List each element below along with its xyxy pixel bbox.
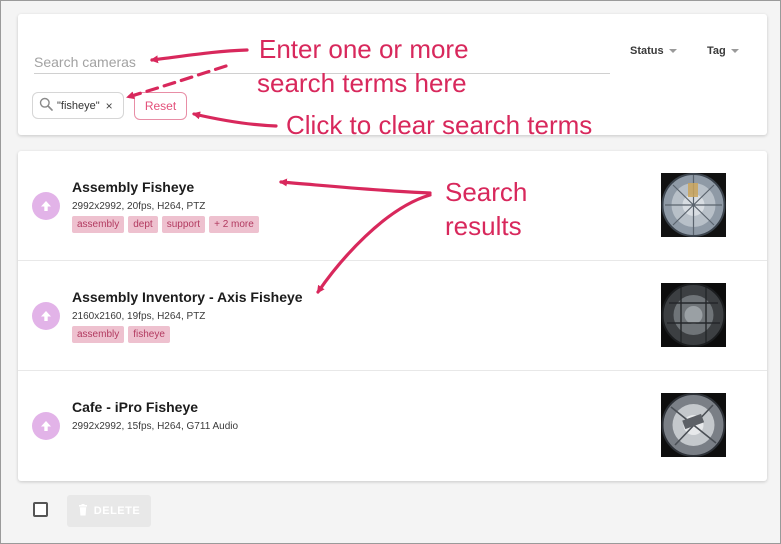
delete-label: DELETE <box>93 505 141 517</box>
status-filter-label: Status <box>630 45 664 57</box>
arrow-up-icon[interactable] <box>32 192 60 220</box>
tag-chip[interactable]: support <box>161 216 206 233</box>
list-item[interactable]: Assembly Inventory - Axis Fisheye 2160x2… <box>18 261 767 371</box>
tag-filter[interactable]: Tag <box>707 45 739 57</box>
tag-chip[interactable]: assembly <box>72 216 125 233</box>
chevron-down-icon <box>668 49 677 53</box>
tag-chip[interactable]: assembly <box>72 326 125 343</box>
tag-chip[interactable]: dept <box>128 216 158 233</box>
tag-chip[interactable]: fisheye <box>128 326 170 343</box>
trash-icon <box>78 503 88 519</box>
annotation-results-line1: Search <box>445 177 528 207</box>
search-term-chip: "fisheye" × <box>32 92 124 119</box>
tag-list: assembly dept support + 2 more <box>72 216 259 233</box>
remove-term-icon[interactable]: × <box>106 99 113 113</box>
camera-specs: 2992x2992, 15fps, H264, G711 Audio <box>72 421 239 432</box>
more-tags-chip[interactable]: + 2 more <box>209 216 259 233</box>
list-item[interactable]: Cafe - iPro Fisheye 2992x2992, 15fps, H2… <box>18 371 767 480</box>
status-filter[interactable]: Status <box>630 45 677 57</box>
camera-thumbnail[interactable] <box>661 283 726 347</box>
search-term-text: "fisheye" <box>57 99 100 112</box>
camera-name: Cafe - iPro Fisheye <box>72 399 199 415</box>
reset-button[interactable]: Reset <box>134 92 187 120</box>
arrow-up-icon[interactable] <box>32 412 60 440</box>
camera-specs: 2992x2992, 20fps, H264, PTZ <box>72 201 206 212</box>
camera-name: Assembly Fisheye <box>72 179 195 195</box>
select-all-checkbox[interactable] <box>33 502 48 517</box>
annotation-enter-line2: search terms here <box>257 68 467 98</box>
magnifier-icon <box>39 97 53 114</box>
annotation-enter-line1: Enter one or more <box>259 34 469 64</box>
chevron-down-icon <box>730 49 739 53</box>
tag-list: assembly fisheye <box>72 326 170 343</box>
annotation-results-line2: results <box>445 211 522 241</box>
camera-thumbnail[interactable] <box>661 173 726 237</box>
delete-button[interactable]: DELETE <box>67 495 151 527</box>
results-list: Assembly Fisheye 2992x2992, 20fps, H264,… <box>18 151 767 481</box>
camera-name: Assembly Inventory - Axis Fisheye <box>72 289 303 305</box>
camera-thumbnail[interactable] <box>661 393 726 457</box>
tag-filter-label: Tag <box>707 45 726 57</box>
camera-specs: 2160x2160, 19fps, H264, PTZ <box>72 311 206 322</box>
arrow-up-icon[interactable] <box>32 302 60 330</box>
annotation-clear: Click to clear search terms <box>286 110 593 140</box>
list-item[interactable]: Assembly Fisheye 2992x2992, 20fps, H264,… <box>18 151 767 261</box>
